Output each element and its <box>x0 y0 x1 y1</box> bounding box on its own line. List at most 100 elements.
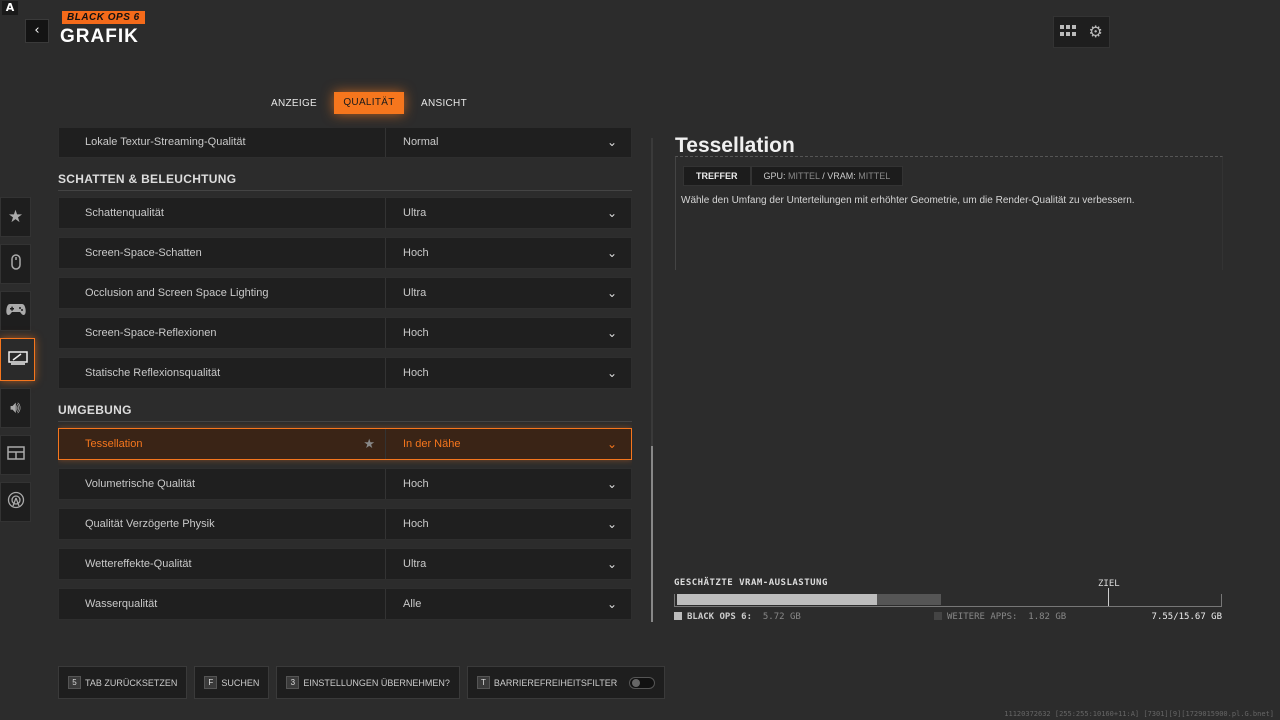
chip-performance: GPU: MITTEL / VRAM: MITTEL <box>750 166 904 186</box>
chevron-left-icon: ‹ <box>34 23 40 38</box>
setting-row-volumetric[interactable]: Volumetrische Qualität Hoch ⌄ <box>58 468 632 500</box>
network-icon <box>7 491 25 514</box>
setting-row-deferred-physics[interactable]: Qualität Verzögerte Physik Hoch ⌄ <box>58 508 632 540</box>
vram-legend-blackops: BLACK OPS 6: 5.72 GB <box>674 612 801 622</box>
setting-row-occlusion[interactable]: Occlusion and Screen Space Lighting Ultr… <box>58 277 632 309</box>
setting-row-screen-space-reflections[interactable]: Screen-Space-Reflexionen Hoch ⌄ <box>58 317 632 349</box>
interface-icon <box>6 445 25 465</box>
star-icon[interactable]: ★ <box>363 436 375 452</box>
key-hint: 3 <box>286 676 300 689</box>
side-nav-favorites[interactable]: ★ <box>0 197 31 237</box>
vram-bar-blackops <box>677 594 877 605</box>
setting-value: Hoch <box>403 327 429 339</box>
vram-title: GESCHÄTZTE VRAM-AUSLASTUNG <box>674 578 828 588</box>
side-nav-interface[interactable] <box>0 435 31 475</box>
setting-label: Statische Reflexionsqualität <box>85 367 221 379</box>
vram-target-marker <box>1108 588 1109 606</box>
tab-ansicht[interactable]: ANSICHT <box>412 93 476 114</box>
settings-scrollbar[interactable] <box>651 138 653 622</box>
gear-icon[interactable]: ⚙ <box>1088 24 1102 40</box>
display-icon <box>7 350 28 370</box>
setting-label: Schattenqualität <box>85 207 164 219</box>
chip-treffer: TREFFER <box>683 166 751 186</box>
side-nav-network[interactable] <box>0 482 31 522</box>
setting-value: Normal <box>403 136 439 148</box>
setting-value: Hoch <box>403 367 429 379</box>
reset-tab-button[interactable]: 5 TAB ZURÜCKSETZEN <box>58 666 188 699</box>
setting-value: Alle <box>403 598 422 610</box>
detail-chips: TREFFER GPU: MITTEL / VRAM: MITTEL <box>683 166 904 186</box>
setting-value: Ultra <box>403 207 427 219</box>
setting-row-tessellation[interactable]: Tessellation ★ In der Nähe ⌄ <box>58 428 632 460</box>
setting-row-water[interactable]: Wasserqualität Alle ⌄ <box>58 588 632 620</box>
setting-value: Ultra <box>403 558 427 570</box>
side-nav-mouse[interactable] <box>0 244 31 284</box>
back-button[interactable]: ‹ <box>25 19 49 43</box>
tab-qualitaet[interactable]: QUALITÄT <box>334 92 404 114</box>
brand-logo: BLACK OPS 6 <box>62 11 145 24</box>
chevron-down-icon: ⌄ <box>606 366 618 380</box>
chevron-down-icon: ⌄ <box>606 206 618 220</box>
setting-label: Qualität Verzögerte Physik <box>85 518 215 530</box>
side-nav-controller[interactable] <box>0 291 31 331</box>
chevron-down-icon: ⌄ <box>606 517 618 531</box>
controller-icon <box>5 301 26 321</box>
setting-value: Hoch <box>403 518 429 530</box>
mouse-icon <box>10 253 21 275</box>
setting-label: Occlusion and Screen Space Lighting <box>85 287 269 299</box>
app-corner-logo: A <box>2 1 18 15</box>
top-right-icons: ⚙ <box>1053 16 1110 48</box>
side-nav-graphics[interactable] <box>0 338 35 381</box>
detail-panel: Tessellation <box>675 134 1225 158</box>
section-heading-shadows: SCHATTEN & BELEUCHTUNG <box>58 172 632 191</box>
accessibility-filter-toggle[interactable]: T BARRIEREFREIHEITSFILTER <box>466 666 666 699</box>
detail-title: Tessellation <box>675 134 795 157</box>
key-hint: 5 <box>68 676 81 689</box>
section-heading-environment: UMGEBUNG <box>58 403 632 422</box>
setting-label: Screen-Space-Reflexionen <box>85 327 217 339</box>
setting-value: Ultra <box>403 287 427 299</box>
setting-label: Wettereffekte-Qualität <box>85 558 192 570</box>
chevron-down-icon: ⌄ <box>606 135 618 149</box>
chevron-down-icon: ⌄ <box>606 477 618 491</box>
vram-usage: GESCHÄTZTE VRAM-AUSLASTUNG ZIEL BLACK OP… <box>674 578 1224 622</box>
setting-value: In der Nähe <box>403 438 461 450</box>
search-button[interactable]: F SUCHEN <box>194 666 270 699</box>
scrollbar-thumb[interactable] <box>651 446 653 622</box>
vram-bar <box>674 588 1222 607</box>
vram-total: 7.55/15.67 GB <box>1151 612 1222 622</box>
vram-legend-other: WEITERE APPS: 1.82 GB <box>934 612 1066 622</box>
page-title: GRAFIK <box>60 26 139 47</box>
setting-label: Screen-Space-Schatten <box>85 247 202 259</box>
chevron-down-icon: ⌄ <box>606 597 618 611</box>
setting-label: Tessellation <box>85 438 143 450</box>
setting-row-static-reflections[interactable]: Statische Reflexionsqualität Hoch ⌄ <box>58 357 632 389</box>
detail-description: Wähle den Umfang der Unterteilungen mit … <box>681 195 1135 206</box>
tab-bar: ANZEIGE QUALITÄT ANSICHT <box>262 92 484 114</box>
chevron-down-icon: ⌄ <box>606 246 618 260</box>
grid-icon[interactable] <box>1060 24 1077 40</box>
vram-bar-other-apps <box>877 594 941 605</box>
toggle-switch[interactable] <box>629 676 656 689</box>
side-nav: ★ 🔊︎ <box>0 197 35 529</box>
chevron-down-icon: ⌄ <box>606 437 618 451</box>
setting-row-weather[interactable]: Wettereffekte-Qualität Ultra ⌄ <box>58 548 632 580</box>
key-hint: F <box>204 676 218 689</box>
apply-settings-button[interactable]: 3 EINSTELLUNGEN ÜBERNEHMEN? <box>276 666 460 699</box>
setting-row-screen-space-shadows[interactable]: Screen-Space-Schatten Hoch ⌄ <box>58 237 632 269</box>
settings-list: Lokale Textur-Streaming-Qualität Normal … <box>58 128 632 623</box>
setting-row-shadow-quality[interactable]: Schattenqualität Ultra ⌄ <box>58 197 632 229</box>
side-nav-audio[interactable]: 🔊︎ <box>0 388 31 428</box>
setting-label: Wasserqualität <box>85 598 158 610</box>
star-icon: ★ <box>7 207 24 227</box>
setting-label: Lokale Textur-Streaming-Qualität <box>85 136 246 148</box>
chevron-down-icon: ⌄ <box>606 557 618 571</box>
setting-row-texture-streaming[interactable]: Lokale Textur-Streaming-Qualität Normal … <box>58 128 632 158</box>
setting-value: Hoch <box>403 247 429 259</box>
speaker-icon: 🔊︎ <box>10 398 21 418</box>
chevron-down-icon: ⌄ <box>606 286 618 300</box>
build-info: 11120372632 [255:255:10160+11:A] [7301][… <box>1004 710 1274 718</box>
tab-anzeige[interactable]: ANZEIGE <box>262 93 326 114</box>
key-hint: T <box>476 676 490 689</box>
setting-label: Volumetrische Qualität <box>85 478 196 490</box>
